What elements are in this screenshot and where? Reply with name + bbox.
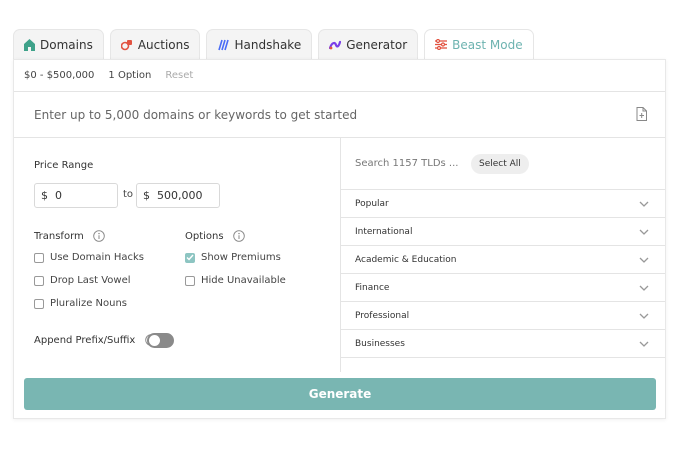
drop-last-vowel-option[interactable]: Drop Last Vowel (34, 275, 131, 286)
options-column: Price Range $ to $ Transform Use Domain … (14, 138, 341, 372)
tab-label: Handshake (234, 37, 302, 52)
domains-keywords-input[interactable] (34, 107, 594, 122)
reset-link[interactable]: Reset (165, 70, 193, 81)
tab-domains[interactable]: Domains (13, 29, 104, 59)
tab-label: Generator (346, 37, 408, 52)
checkbox[interactable] (185, 275, 195, 286)
checkbox-label: Pluralize Nouns (50, 298, 128, 309)
tld-category-professional[interactable]: Professional (341, 302, 665, 330)
price-max-input[interactable] (157, 189, 217, 202)
use-domain-hacks-option[interactable]: Use Domain Hacks (34, 252, 144, 263)
tld-column: Select All Popular International Academi… (341, 138, 665, 372)
checkbox-checked[interactable] (185, 252, 195, 263)
category-label: Academic & Education (355, 254, 457, 265)
price-max-field[interactable]: $ (136, 183, 220, 208)
chevron-down-icon (639, 313, 649, 319)
append-prefix-suffix-toggle[interactable] (147, 333, 174, 348)
transform-label: Transform (34, 231, 84, 242)
gavel-icon (120, 39, 132, 50)
append-label: Append Prefix/Suffix (34, 335, 136, 346)
generator-logo-icon (329, 40, 342, 49)
tld-category-academic[interactable]: Academic & Education (341, 246, 665, 274)
sliders-icon (435, 39, 448, 50)
file-upload-icon[interactable] (636, 107, 647, 121)
info-icon[interactable] (233, 230, 245, 242)
chevron-down-icon (639, 229, 649, 235)
chevron-down-icon (639, 201, 649, 207)
tab-handshake[interactable]: Handshake (206, 29, 313, 59)
category-label: Professional (355, 310, 410, 321)
chevron-down-icon (639, 341, 649, 347)
options-label: Options (185, 231, 224, 242)
to-label: to (123, 189, 134, 200)
tab-label: Auctions (137, 37, 190, 52)
tld-category-finance[interactable]: Finance (341, 274, 665, 302)
currency-symbol: $ (41, 189, 48, 202)
generate-button[interactable]: Generate (24, 378, 656, 410)
tab-label: Beast Mode (452, 37, 523, 52)
tab-beast-mode[interactable]: Beast Mode (424, 29, 534, 59)
tab-auctions[interactable]: Auctions (109, 29, 201, 59)
select-all-button[interactable]: Select All (471, 153, 529, 174)
category-label: Finance (355, 282, 390, 293)
pluralize-nouns-option[interactable]: Pluralize Nouns (34, 298, 127, 309)
checkbox-label: Drop Last Vowel (50, 275, 131, 286)
price-min-field[interactable]: $ (34, 183, 118, 208)
filter-summary: $0 - $500,000 1 Option Reset (14, 60, 665, 92)
info-icon[interactable] (93, 230, 105, 242)
checkbox[interactable] (34, 275, 44, 286)
hide-unavailable-option[interactable]: Hide Unavailable (185, 275, 286, 286)
tld-category-businesses[interactable]: Businesses (341, 330, 665, 358)
show-premiums-option[interactable]: Show Premiums (185, 252, 281, 263)
tld-search-bar: Select All (341, 138, 665, 190)
category-label: International (355, 226, 413, 237)
options-summary: 1 Option (108, 70, 152, 81)
tld-category-international[interactable]: International (341, 218, 665, 246)
toggle-knob (149, 335, 160, 346)
price-summary: $0 - $500,000 (24, 70, 95, 81)
checkbox[interactable] (34, 252, 44, 263)
tab-bar: Domains Auctions Handshake Generator Bea… (13, 29, 534, 59)
tab-generator[interactable]: Generator (318, 29, 419, 59)
checkbox-label: Hide Unavailable (201, 275, 286, 286)
options-heading: Options (185, 230, 245, 242)
checkmark-icon (186, 254, 194, 261)
transform-heading: Transform (34, 230, 105, 242)
append-heading: Append Prefix/Suffix (34, 334, 157, 346)
checkbox-label: Show Premiums (201, 252, 281, 263)
tld-category-popular[interactable]: Popular (341, 190, 665, 218)
price-min-input[interactable] (55, 189, 115, 202)
category-label: Businesses (355, 338, 405, 349)
chevron-down-icon (639, 285, 649, 291)
checkbox[interactable] (34, 298, 44, 309)
beast-mode-panel: $0 - $500,000 1 Option Reset Price Range… (13, 59, 666, 419)
checkbox-label: Use Domain Hacks (50, 252, 144, 263)
handshake-logo-icon (218, 39, 230, 50)
tld-search-input[interactable] (355, 158, 465, 169)
currency-symbol: $ (143, 189, 150, 202)
chevron-down-icon (639, 257, 649, 263)
leaf-icon (24, 38, 35, 51)
price-range-label: Price Range (34, 160, 94, 171)
category-label: Popular (355, 198, 389, 209)
domain-input-area (14, 92, 665, 138)
tab-label: Domains (40, 37, 93, 52)
